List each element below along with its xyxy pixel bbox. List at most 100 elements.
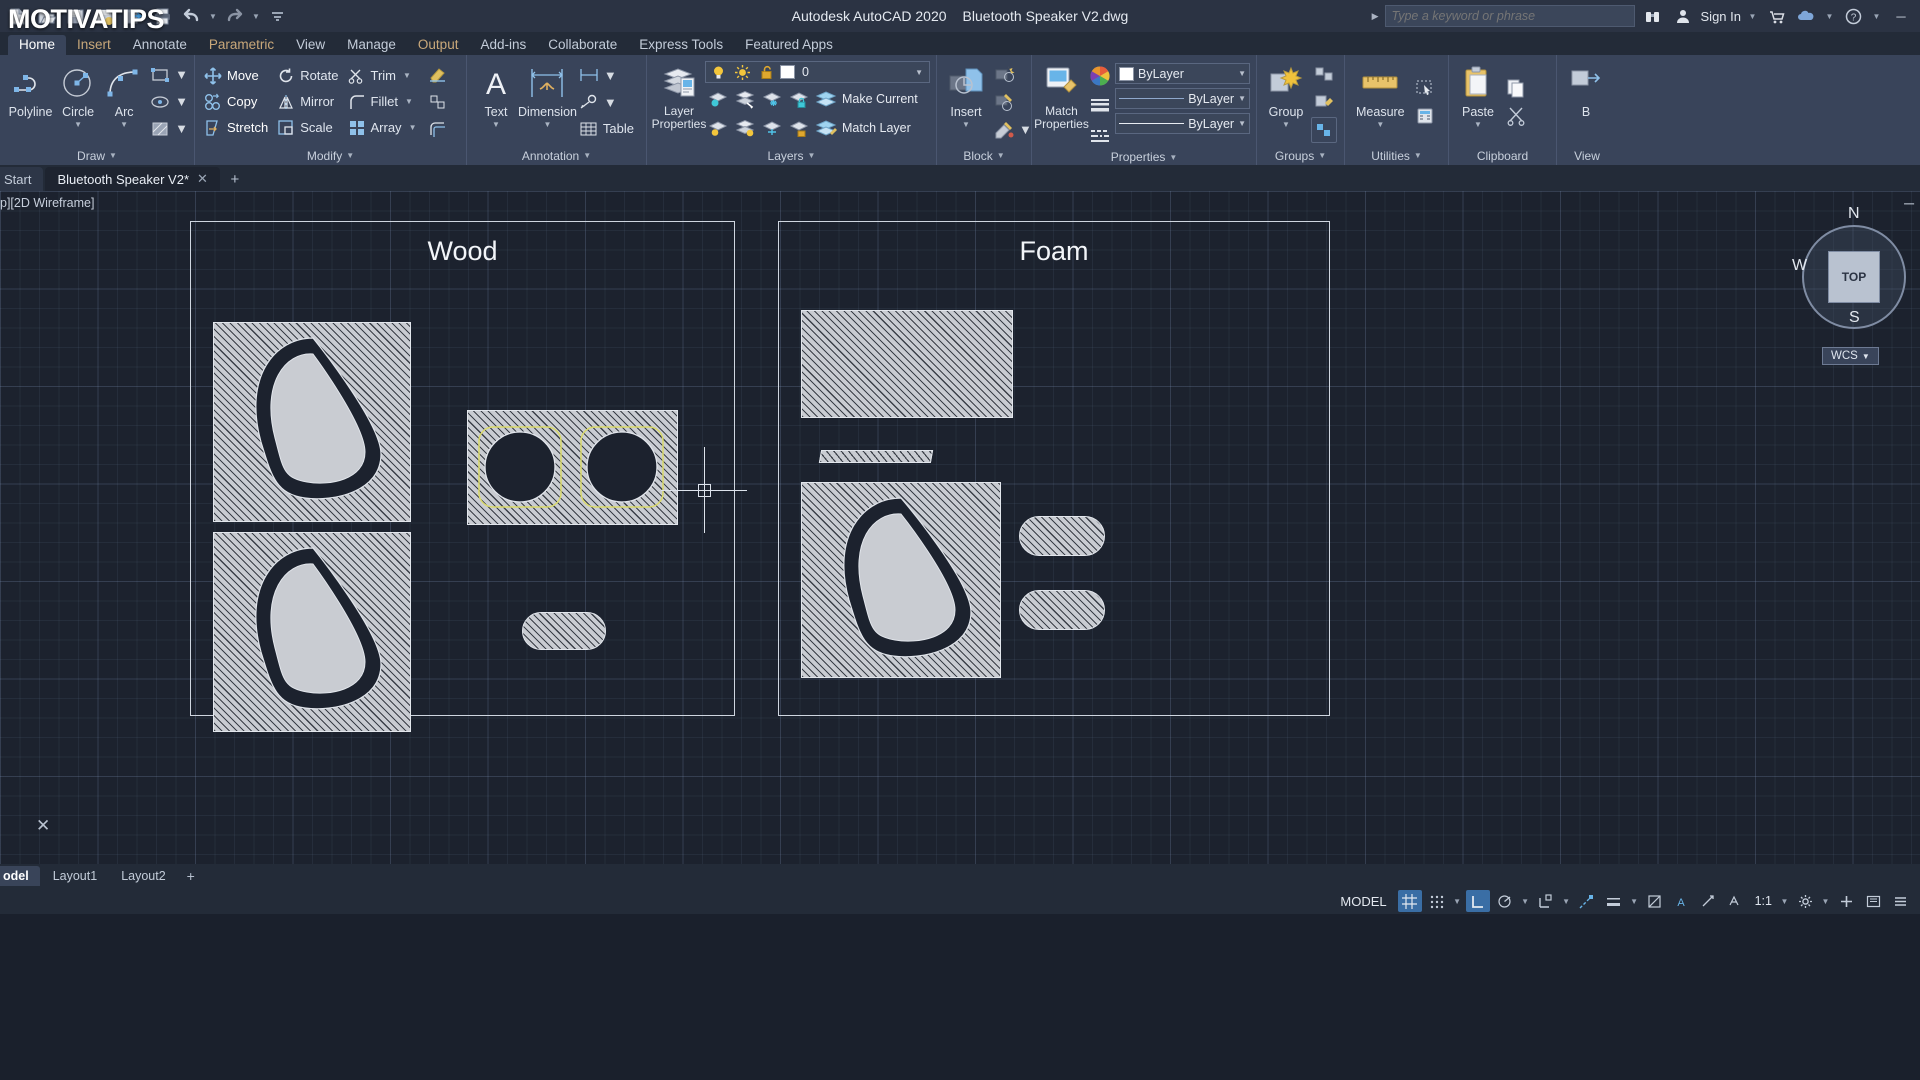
offset-icon[interactable] <box>424 117 450 143</box>
circle-dropdown-caret[interactable]: ▼ <box>74 120 82 129</box>
fillet-dropdown-caret[interactable]: ▼ <box>405 97 413 106</box>
snap-mode-toggle[interactable] <box>1425 890 1449 912</box>
save-icon[interactable] <box>62 3 89 29</box>
create-block-icon[interactable] <box>991 61 1017 87</box>
move-button[interactable]: Move <box>201 63 274 88</box>
new-layout-button[interactable]: + <box>179 868 203 884</box>
color-wheel-icon[interactable] <box>1087 63 1113 89</box>
qat-customize-caret[interactable] <box>264 3 291 29</box>
layer-combo-caret[interactable]: ▼ <box>915 68 927 77</box>
match-layer-label[interactable]: Match Layer <box>840 121 911 135</box>
foam-pill-bottom[interactable] <box>1019 590 1105 630</box>
view-cube[interactable]: TOP N S W WCS ▼ <box>1794 211 1914 381</box>
paste-button[interactable]: Paste ▼ <box>1455 60 1501 144</box>
utilities-panel-expand-icon[interactable]: ▼ <box>1414 151 1422 160</box>
tab-featured-apps[interactable]: Featured Apps <box>734 35 844 55</box>
insert-dropdown-caret[interactable]: ▼ <box>962 120 970 129</box>
cloud-status-icon[interactable] <box>1794 4 1818 28</box>
leader-icon[interactable] <box>576 89 602 115</box>
layer-unlock-icon[interactable] <box>756 63 776 81</box>
foam-pill-top[interactable] <box>1019 516 1105 556</box>
make-current-icon[interactable] <box>813 86 839 112</box>
wcs-caret-icon[interactable]: ▼ <box>1862 352 1870 361</box>
workspace-switching-gear-icon[interactable] <box>1793 890 1817 912</box>
hatch-icon[interactable] <box>147 116 173 142</box>
mirror-button[interactable]: Mirror <box>274 89 344 114</box>
current-layer-combo[interactable]: 0 ▼ <box>705 61 930 83</box>
leader-dropdown-caret[interactable]: ▼ <box>604 95 617 110</box>
tab-manage[interactable]: Manage <box>336 35 407 55</box>
search-input[interactable] <box>1385 5 1635 27</box>
search-field[interactable] <box>1392 9 1628 23</box>
dimension-dropdown-caret[interactable]: ▼ <box>544 120 552 129</box>
lineweight-toggle[interactable] <box>1602 890 1626 912</box>
group-dropdown-caret[interactable]: ▼ <box>1282 120 1290 129</box>
rectangle-dropdown-caret[interactable]: ▼ <box>175 67 188 82</box>
dimension-button[interactable]: Dimension ▼ <box>519 60 576 144</box>
arc-dropdown-caret[interactable]: ▼ <box>120 120 128 129</box>
add-status-item-icon[interactable] <box>1834 890 1858 912</box>
layers-panel-expand-icon[interactable]: ▼ <box>808 151 816 160</box>
lineweight-list-icon[interactable] <box>1087 93 1113 119</box>
layer-turn-all-on-icon[interactable] <box>732 115 758 141</box>
save-as-icon[interactable] <box>91 3 118 29</box>
calculator-icon[interactable] <box>1412 103 1438 129</box>
open-icon[interactable] <box>33 3 60 29</box>
polar-tracking-toggle[interactable] <box>1493 890 1517 912</box>
explode-icon[interactable] <box>424 89 450 115</box>
paste-dropdown-caret[interactable]: ▼ <box>1474 120 1482 129</box>
array-button[interactable]: Array ▼ <box>345 115 423 140</box>
command-line-close-icon[interactable]: ✕ <box>36 816 50 836</box>
help-caret[interactable]: ▼ <box>1871 12 1882 21</box>
object-snap-tracking-toggle[interactable] <box>1575 890 1599 912</box>
transparency-toggle[interactable] <box>1643 890 1667 912</box>
minimize-window-button[interactable]: ─ <box>1888 9 1914 24</box>
new-icon[interactable] <box>4 3 31 29</box>
layer-unisolate-icon[interactable] <box>732 86 758 112</box>
layer-on-bulb-icon[interactable] <box>708 63 728 81</box>
layout-tab-model[interactable]: odel <box>0 866 40 886</box>
polyline-button[interactable]: Polyline <box>6 60 55 144</box>
linetype-property-combo[interactable]: ByLayer ▼ <box>1115 113 1250 134</box>
ellipse-dropdown-caret[interactable]: ▼ <box>175 94 188 109</box>
tab-home[interactable]: Home <box>8 35 66 55</box>
help-search-binoculars-icon[interactable] <box>1641 4 1665 28</box>
color-property-combo[interactable]: ByLayer ▼ <box>1115 63 1250 84</box>
edit-group-icon[interactable] <box>1311 89 1337 115</box>
layer-freeze-all-icon[interactable] <box>759 115 785 141</box>
tab-annotate[interactable]: Annotate <box>122 35 198 55</box>
model-space-button[interactable]: MODEL <box>1332 894 1394 909</box>
table-button[interactable]: Table <box>576 116 640 141</box>
undo-icon[interactable] <box>178 3 205 29</box>
rectangle-icon[interactable] <box>147 62 173 88</box>
foam-thin-strip[interactable] <box>819 450 933 463</box>
draw-panel-expand-icon[interactable]: ▼ <box>109 151 117 160</box>
copy-clip-icon[interactable] <box>1503 75 1529 101</box>
linetype-property-caret[interactable]: ▼ <box>1238 119 1246 128</box>
quick-select-icon[interactable] <box>1412 75 1438 101</box>
export-icon[interactable] <box>120 3 147 29</box>
view-cube-top-face[interactable]: TOP <box>1828 251 1880 303</box>
tab-view[interactable]: View <box>285 35 336 55</box>
clean-screen-icon[interactable] <box>1861 890 1885 912</box>
fillet-button[interactable]: Fillet ▼ <box>345 89 423 114</box>
help-icon[interactable]: ? <box>1841 4 1865 28</box>
viewport-minimize-icon[interactable]: ─ <box>1904 195 1914 211</box>
tab-insert[interactable]: Insert <box>66 35 122 55</box>
define-attributes-icon[interactable] <box>991 117 1017 143</box>
match-properties-button[interactable]: Match Properties <box>1038 59 1085 143</box>
arc-button[interactable]: Arc ▼ <box>101 60 147 144</box>
rotate-button[interactable]: Rotate <box>274 63 344 88</box>
redo-dropdown-caret[interactable]: ▼ <box>250 12 262 21</box>
layer-lock-icon[interactable] <box>786 86 812 112</box>
dimension-style-icon[interactable] <box>576 62 602 88</box>
close-icon[interactable]: ✕ <box>197 171 208 187</box>
dimstyle-dropdown-caret[interactable]: ▼ <box>604 68 617 83</box>
tab-collaborate[interactable]: Collaborate <box>537 35 628 55</box>
block-panel-expand-icon[interactable]: ▼ <box>997 151 1005 160</box>
drawing-canvas[interactable]: p][2D Wireframe] ─ Wood Foam <box>0 191 1920 864</box>
cloud-caret[interactable]: ▼ <box>1824 12 1835 21</box>
color-property-caret[interactable]: ▼ <box>1238 69 1246 78</box>
osnap-dropdown-caret[interactable]: ▼ <box>1561 897 1572 906</box>
trim-dropdown-caret[interactable]: ▼ <box>403 71 411 80</box>
